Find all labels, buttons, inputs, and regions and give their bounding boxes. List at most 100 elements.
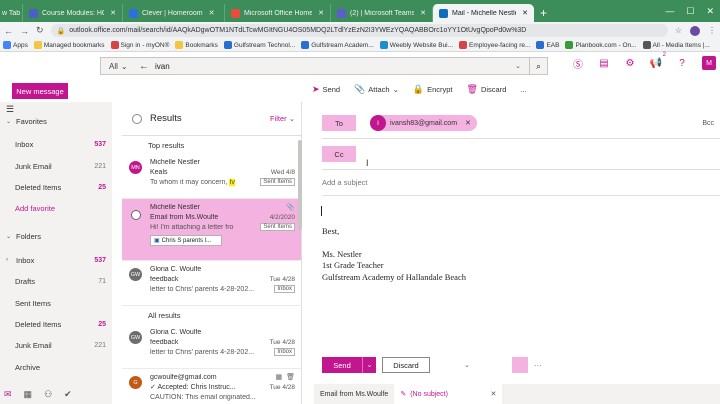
list-item[interactable]: G gcwoulfe@gmail.com ▦ 🗑 ✓ Accepted: Chris…	[122, 369, 301, 404]
browser-tab-new-tab[interactable]: w Tab	[0, 4, 22, 22]
filter-button[interactable]: Filter ⌄	[270, 114, 295, 123]
bookmark-eab[interactable]: EAB	[536, 41, 559, 49]
browser-tab-course-modules[interactable]: Course Modules: HOMEROO ✕	[22, 4, 122, 22]
new-tab-plus-icon[interactable]: +	[534, 4, 553, 22]
subject-input[interactable]: Add a subject	[322, 178, 367, 187]
nav-folder-deleted-items[interactable]: Deleted Items 25	[0, 317, 112, 331]
nav-folder-sent-items[interactable]: Sent Items	[0, 296, 112, 310]
remove-recipient-icon[interactable]: ✕	[465, 119, 471, 127]
tab-title: Microsoft Office Home	[244, 9, 313, 17]
message-body[interactable]: Best, Ms. Nestler 1st Grade Teacher Gulf…	[322, 204, 466, 283]
star-icon[interactable]: ☆	[675, 26, 682, 36]
to-button[interactable]: To	[322, 115, 356, 131]
nav-favorites-deleted-items[interactable]: Deleted Items 25	[0, 180, 112, 194]
gear-icon[interactable]: ⚙	[624, 57, 636, 69]
todo-check-icon[interactable]: ✔	[64, 389, 72, 400]
nav-folder-inbox[interactable]: › Inbox 537	[0, 253, 112, 267]
bookmark-gulfstream-academy[interactable]: Gulfstream Academ...	[301, 41, 374, 49]
cc-button[interactable]: Cc	[322, 146, 356, 162]
forward-arrow-icon[interactable]: →	[20, 26, 29, 36]
nav-favorites-junk-email[interactable]: Junk Email 221	[0, 159, 112, 173]
format-options-button[interactable]	[511, 357, 528, 373]
send-options-chevron-icon[interactable]: ⌄	[362, 357, 376, 373]
chevron-down-icon[interactable]: ⌄	[515, 62, 521, 70]
chevron-down-icon[interactable]: ⌄	[464, 361, 470, 369]
draft-tab-no-subject[interactable]: ✎ (No subject) ✕	[394, 384, 503, 404]
bookmark-employee[interactable]: Employee-facing re...	[459, 41, 530, 49]
close-icon[interactable]: ✕	[318, 9, 324, 17]
folders-header[interactable]: ⌄ Folders	[0, 229, 112, 243]
more-options-icon[interactable]: ···	[534, 361, 542, 370]
bcc-button[interactable]: Bcc	[702, 120, 714, 127]
calendar-icon[interactable]: ▦	[24, 389, 33, 400]
megaphone-icon[interactable]: 📢 2	[650, 52, 666, 69]
teams-icon[interactable]: ▤	[598, 57, 610, 69]
new-message-button[interactable]: New message	[12, 83, 68, 99]
reload-icon[interactable]: ↻	[36, 25, 44, 36]
bookmark-apps[interactable]: Apps	[3, 41, 28, 49]
list-item[interactable]: GW Gloria C. Woulfe feedback Tue 4/28 let…	[122, 324, 301, 369]
back-arrow-icon[interactable]: ←	[4, 26, 13, 36]
more-actions-button[interactable]: ...	[520, 85, 526, 94]
bookmark-planbook[interactable]: Planbook.com - On...	[565, 41, 637, 49]
list-item[interactable]: MN Michelle Nestler Keals Wed 4/8 To whom…	[122, 154, 301, 199]
close-icon[interactable]: ✕	[110, 9, 116, 17]
bookmark-managed[interactable]: Managed bookmarks	[33, 41, 105, 49]
search-input[interactable]: ivan	[155, 62, 515, 71]
skype-icon[interactable]: Ⓢ	[572, 57, 584, 71]
close-icon[interactable]: ✕	[209, 9, 215, 17]
attachment-chip[interactable]: ▣ Chris S parents l...	[150, 235, 222, 246]
bookmark-gulfstream-tech[interactable]: Gulfstream Technol...	[223, 41, 295, 49]
mail-icon[interactable]: ✉	[4, 389, 12, 400]
encrypt-command[interactable]: 🔒 Encrypt	[413, 84, 453, 95]
discard-command[interactable]: 🗑 Discard	[467, 84, 507, 95]
search-icon[interactable]: ⌕	[529, 58, 547, 74]
attach-command[interactable]: 📎 Attach ⌄	[354, 84, 399, 95]
chevron-right-icon[interactable]: ›	[6, 257, 16, 263]
help-icon[interactable]: ?	[676, 57, 688, 69]
nav-favorites-inbox[interactable]: Inbox 537	[0, 137, 112, 151]
list-item-selected[interactable]: Michelle Nestler 📎 Email from Ms.Woulfe 4/…	[122, 199, 301, 261]
close-icon[interactable]: ✕	[490, 390, 496, 398]
select-checkbox[interactable]	[131, 210, 141, 220]
favorites-header[interactable]: ⌄ Favorites	[0, 114, 112, 128]
url-field[interactable]: 🔒 outlook.office.com/mail/search/id/AAQk…	[50, 24, 668, 37]
browser-tab-clever[interactable]: Clever | Homeroom ✕	[122, 4, 224, 22]
browser-tab-outlook-mail[interactable]: Mail - Michelle Nestler - Out ✕	[432, 4, 534, 22]
profile-avatar-icon[interactable]	[690, 25, 700, 36]
list-item[interactable]: GW Gloria C. Woulfe feedback Tue 4/28 let…	[122, 261, 301, 306]
bookmark-media[interactable]: All - Media Items |...	[642, 41, 710, 49]
minimize-icon[interactable]: —	[665, 6, 674, 16]
trash-icon[interactable]: 🗑	[286, 373, 295, 381]
nav-folder-junk-email[interactable]: Junk Email 221	[0, 338, 112, 352]
send-command[interactable]: ➤ Send	[312, 84, 340, 95]
recipient-chip[interactable]: I ivansh83@gmail.com ✕	[370, 115, 477, 131]
browser-tab-teams[interactable]: (2) | Microsoft Teams ✕	[330, 4, 432, 22]
send-button[interactable]: Send	[322, 357, 362, 373]
maximize-icon[interactable]: ☐	[686, 6, 694, 17]
bookmark-weebly[interactable]: Weebly Website Bui...	[379, 41, 454, 49]
search-scope-dropdown[interactable]: All ⌄	[101, 62, 135, 71]
bookmark-label: Weebly Website Bui...	[389, 41, 454, 49]
tab-title: Clever | Homeroom	[142, 9, 203, 17]
draft-tab-email-from-ms-woulfe[interactable]: Email from Ms.Woulfe	[314, 384, 394, 404]
bookmark-folder[interactable]: Bookmarks	[175, 41, 218, 49]
menu-dots-icon[interactable]: ⋮	[708, 26, 716, 36]
folder-tag: Sent Items	[260, 178, 295, 186]
select-all-checkbox[interactable]	[132, 113, 142, 124]
browser-tab-office-home[interactable]: Microsoft Office Home ✕	[224, 4, 330, 22]
nav-folder-drafts[interactable]: Drafts 71	[0, 274, 112, 288]
search-box[interactable]: All ⌄ ← ivan ⌄ ⌕	[100, 57, 548, 75]
discard-button[interactable]: Discard	[382, 357, 430, 373]
back-arrow-icon[interactable]: ←	[139, 61, 149, 72]
add-favorite-link[interactable]: Add favorite	[0, 201, 112, 215]
nav-folder-archive[interactable]: Archive	[0, 360, 112, 374]
close-window-icon[interactable]: ✕	[706, 6, 714, 17]
people-icon[interactable]: ⚇	[44, 389, 52, 400]
close-icon[interactable]: ✕	[522, 9, 528, 17]
filter-label: Filter	[269, 114, 287, 123]
bookmark-myon[interactable]: Sign in - myON®	[110, 41, 169, 49]
message-list-scrollbar[interactable]	[298, 140, 302, 230]
account-avatar[interactable]: M	[702, 56, 716, 70]
close-icon[interactable]: ✕	[420, 9, 426, 17]
